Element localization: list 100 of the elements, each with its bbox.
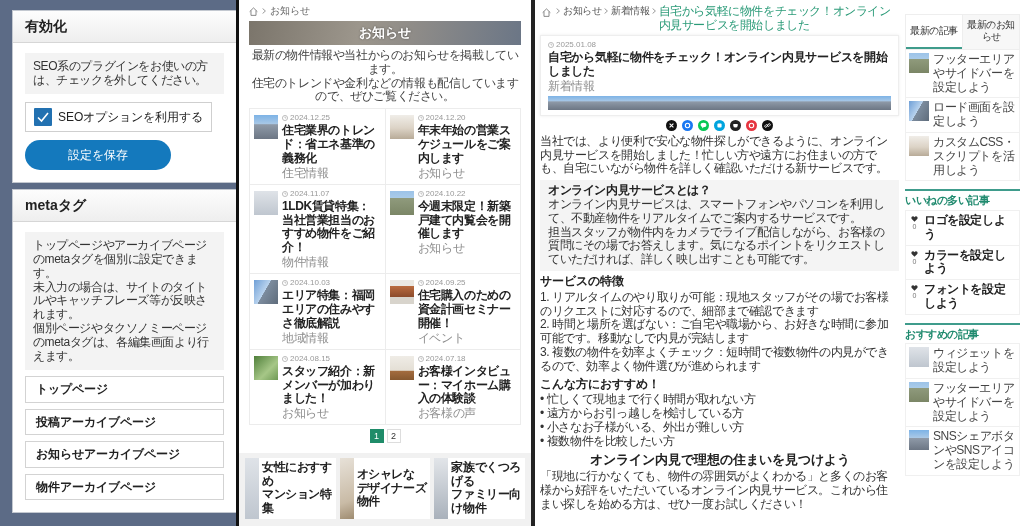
note-text: 個別ページやタクソノミーページのmetaタグは、各編集画面より行えます。 <box>33 321 210 364</box>
post-title: 今週末限定！新築戸建て内覧会を開催します <box>417 199 512 242</box>
accordion-item[interactable]: 投稿アーカイブページ <box>25 408 224 436</box>
article-category: 新着情報 <box>548 79 595 93</box>
photo-placeholder <box>389 115 414 140</box>
post-title: スタッフ紹介：新メンバーが加わりました！ <box>282 364 376 407</box>
photo-placeholder <box>389 355 414 380</box>
sidebar-post-title: フォントを設定しよう <box>924 283 1007 311</box>
sidebar-post[interactable]: フッターエリアやサイドバーを設定しよう <box>905 50 1020 99</box>
chevron-icon <box>651 8 656 14</box>
clock-icon <box>417 280 424 287</box>
sidebar-post-title: ロゴを設定しよう <box>924 213 1007 242</box>
post-date: 2024.12.25 <box>290 113 331 123</box>
photo-placeholder <box>909 430 929 451</box>
post-title: 住宅購入のための資金計画セミナー開催！ <box>417 289 512 331</box>
link-disc-icon[interactable] <box>762 119 773 131</box>
home-icon[interactable] <box>249 6 258 16</box>
section-heading: こんな方におすすめ！ <box>540 377 660 392</box>
card-header: metaタグ <box>13 190 236 223</box>
heart-icon <box>911 215 918 222</box>
post-card[interactable]: 2024.07.18 お客様インタビュー：マイホーム購入の体験談 お客様の声 <box>385 349 521 426</box>
photo-placeholder <box>909 347 929 368</box>
post-date: 2024.08.15 <box>290 353 331 364</box>
heart-icon <box>911 250 918 257</box>
banner-card[interactable]: オシャレな デザイナーズ物件 <box>339 457 431 519</box>
ring-disc-icon[interactable] <box>682 119 693 131</box>
chevron-icon <box>262 8 266 14</box>
article-date: 2025.01.08 <box>556 40 597 50</box>
sidebar-post[interactable]: ロード画面を設定しよう <box>905 98 1020 133</box>
box-text: 担当スタッフが物件内をカメラでライブ配信しながら、お客様の質問にその場でお答えします。気になるポイントをリクエストしていただければ、詳しく映し出すことも可能です。 <box>548 225 886 267</box>
box-title: オンライン内見サービスとは？ <box>548 184 712 198</box>
intro-text: 最新の物件情報や当社からのお知らせを掲載しています。 <box>250 49 520 77</box>
square-disc-icon[interactable] <box>714 119 725 131</box>
photo-placeholder <box>245 457 259 519</box>
post-card[interactable]: 2024.10.03 エリア特集：福岡エリアの住みやすさ徹底解説 地域情報 <box>250 274 386 350</box>
post-date: 2024.09.25 <box>425 278 466 288</box>
post-card[interactable]: 2024.09.25 住宅購入のための資金計画セミナー開催！ イベント <box>385 274 521 350</box>
note-text: SEO系のプラグインをお使いの方は、チェックを外してください。 <box>33 59 209 88</box>
list-item: • 忙しくて現地まで行く時間が取れない方 <box>540 393 757 407</box>
banner-label: オシャレな デザイナーズ物件 <box>355 465 429 511</box>
post-date: 2024.11.07 <box>290 188 330 199</box>
breadcrumb-link[interactable]: 新着情報 <box>610 4 650 18</box>
list-item: 2. 時間と場所を選ばない：ご自宅や職場から、お好きな時間に参加可能です。移動なしで内見が完結します <box>540 318 890 346</box>
sidebar-post-title: ウィジェットを設定しよう <box>933 347 1016 375</box>
body-text: 当社では、より便利で安心な物件探しができるように、オンライン内見サービスを開始しました！忙しい方や遠方にお住まいの方でも、自宅にいながら物件を詳しく確認いただける新サービスです。 <box>540 134 889 177</box>
widget-heading: いいねの多い記事 <box>905 189 1020 207</box>
photo-placeholder <box>254 280 278 305</box>
section-heading: サービスの特徴 <box>540 274 624 289</box>
clock-icon <box>282 280 288 287</box>
sidebar-post[interactable]: SNSシェアボタンやSNSアイコンを設定しよう <box>905 427 1020 476</box>
card-header: 有効化 <box>13 11 236 43</box>
sidebar-tab[interactable]: 最新のお知らせ <box>962 15 1019 49</box>
banner-card[interactable]: 家族でくつろげる ファミリー向け物件 <box>434 457 525 519</box>
post-date: 2024.10.22 <box>425 188 466 199</box>
chevron-icon <box>556 8 560 14</box>
post-card[interactable]: 2024.12.20 年末年始の営業スケジュールをご案内します お知らせ <box>385 109 521 185</box>
page-button[interactable]: 1 <box>369 429 384 444</box>
accordion-item[interactable]: 物件アーカイブページ <box>25 473 224 500</box>
post-card[interactable]: 2024.12.25 住宅業界のトレンド：省エネ基準の義務化 住宅情報 <box>250 109 386 185</box>
post-card[interactable]: 2024.10.22 今週末限定！新築戸建て内覧会を開催します お知らせ <box>385 184 521 275</box>
intro-text: 住宅のトレンドや金利などの情報も配信していますので、ぜひご覧ください。 <box>250 76 520 105</box>
post-category: 住宅情報 <box>282 166 329 180</box>
banner-label: 家族でくつろげる ファミリー向け物件 <box>450 458 522 518</box>
breadcrumb-link[interactable]: お知らせ <box>563 4 602 18</box>
clock-icon <box>282 190 288 197</box>
post-title: 住宅業界のトレンド：省エネ基準の義務化 <box>282 124 376 166</box>
accordion-item[interactable]: トップページ <box>25 376 224 403</box>
article-title: 自宅から気軽に物件をチェック！オンライン内見サービスを開始しました <box>548 51 889 79</box>
post-card[interactable]: 2024.08.15 スタッフ紹介：新メンバーが加わりました！ お知らせ <box>250 349 386 426</box>
note-text: 未入力の場合は、サイトのタイトルやキャッチフレーズ等が反映されます。 <box>33 280 208 322</box>
sidebar-post[interactable]: ウィジェットを設定しよう <box>905 343 1020 379</box>
sidebar-post-title: カラーを設定しよう <box>924 248 1007 277</box>
speech-bubble-disc-icon[interactable] <box>698 119 709 131</box>
cup-disc-icon[interactable] <box>730 119 741 131</box>
ring-disc-icon[interactable] <box>746 119 757 131</box>
photo-placeholder <box>254 190 278 215</box>
photo-placeholder <box>389 280 414 305</box>
post-category: イベント <box>417 331 465 345</box>
post-category: 物件情報 <box>282 255 329 270</box>
checkbox-icon[interactable] <box>34 108 52 127</box>
checkbox-option[interactable]: SEOオプションを利用する <box>25 102 213 133</box>
home-icon[interactable] <box>542 8 551 17</box>
post-title: 1LDK賃貸特集：当社営業担当のおすすめ物件をご紹介！ <box>282 199 376 255</box>
x-mark-disc-icon[interactable] <box>666 119 677 131</box>
photo-placeholder <box>909 381 929 402</box>
post-card[interactable]: 2024.11.07 1LDK賃貸特集：当社営業担当のおすすめ物件をご紹介！ 物件情報 <box>250 184 386 275</box>
list-item: 1. リアルタイムのやり取りが可能：現地スタッフがその場でお客様のリクエストに対応するので、細部まで確認できます <box>540 290 890 318</box>
sidebar-post[interactable]: フッターエリアやサイドバーを設定しよう <box>905 378 1020 428</box>
page-button[interactable]: 2 <box>386 429 401 444</box>
banner-card[interactable]: 女性におすすめ マンション特集 <box>245 457 336 519</box>
clock-icon <box>417 355 424 362</box>
clock-icon <box>282 115 288 122</box>
post-title: エリア特集：福岡エリアの住みやすさ徹底解説 <box>282 289 376 331</box>
save-button[interactable]: 設定を保存 <box>25 140 171 171</box>
section-heading: オンライン内見で理想の住まいを見つけよう <box>589 452 850 468</box>
accordion-item[interactable]: お知らせアーカイブページ <box>25 441 224 468</box>
clock-icon <box>417 190 424 197</box>
banner-label: 女性におすすめ マンション特集 <box>261 458 333 518</box>
sidebar-post[interactable]: カスタムCSS・スクリプトを活用しよう <box>905 133 1020 182</box>
photo-placeholder <box>434 457 449 519</box>
